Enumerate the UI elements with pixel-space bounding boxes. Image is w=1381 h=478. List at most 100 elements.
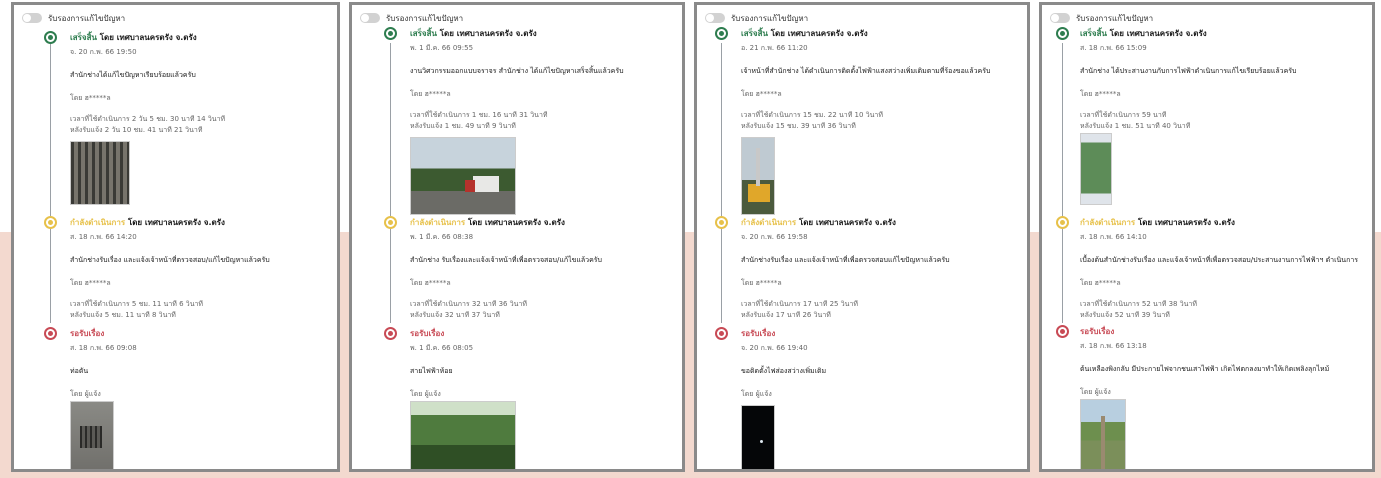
photo-drain-grate[interactable]	[70, 141, 130, 205]
item-description: สำนักช่าง รับเรื่องและแจ้งเจ้าหน้าที่เพื…	[410, 256, 602, 264]
item-date: จ. 20 ก.พ. 66 19:58	[741, 233, 808, 241]
duration-work: เวลาที่ใช้ดำเนินการ 59 นาที	[1080, 111, 1167, 119]
item-author: โดย ฮ*****ล	[70, 94, 111, 102]
item-date: อ. 21 ก.พ. 66 11:20	[741, 44, 808, 52]
status-label: เสร็จสิ้น	[410, 29, 437, 38]
item-heading: เสร็จสิ้น โดย เทศบาลนครตรัง จ.ตรัง	[70, 31, 225, 44]
status-progress-icon	[44, 216, 57, 229]
status-label: รอรับเรื่อง	[410, 329, 445, 338]
item-date: ส. 18 ก.พ. 66 09:08	[70, 344, 137, 352]
item-duration: เวลาที่ใช้ดำเนินการ 2 วัน 5 ชม. 30 นาที …	[70, 114, 225, 136]
timeline-line	[1062, 43, 1063, 323]
item-heading: รอรับเรื่อง	[1080, 325, 1329, 338]
item-duration: เวลาที่ใช้ดำเนินการ 52 นาที 38 วินาที หลั…	[1080, 299, 1358, 321]
item-heading: เสร็จสิ้น โดย เทศบาลนครตรัง จ.ตรัง	[410, 27, 624, 40]
duration-work: เวลาที่ใช้ดำเนินการ 15 ชม. 22 นาที 10 วิ…	[741, 111, 883, 119]
item-date: ส. 18 ก.พ. 66 15:09	[1080, 44, 1147, 52]
duration-since-report: หลังรับแจ้ง 17 นาที 26 วินาที	[741, 311, 831, 319]
duration-since-report: หลังรับแจ้ง 1 ชม. 51 นาที 40 วินาที	[1080, 122, 1191, 130]
approve-toggle-row[interactable]: รับรองการแก้ไขปัญหา	[360, 11, 463, 25]
item-description: เจ้าหน้าที่สำนักช่าง ได้ดำเนินการติดตั้ง…	[741, 67, 991, 75]
item-date: จ. 20 ก.พ. 66 19:40	[741, 344, 808, 352]
duration-since-report: หลังรับแจ้ง 32 นาที 37 วินาที	[410, 311, 500, 319]
photo-bucket-truck[interactable]	[741, 137, 775, 215]
photo-palm-tree[interactable]	[1080, 399, 1126, 469]
status-label: กำลังดำเนินการ	[741, 218, 797, 227]
item-description: สายไฟฟ้าห้อย	[410, 367, 453, 375]
item-date: พ. 1 มี.ค. 66 08:05	[410, 344, 474, 352]
item-description: สำนักช่าง ได้ประสานงานกับการไฟฟ้าดำเนินก…	[1080, 67, 1297, 75]
org-label: โดย เทศบาลนครตรัง จ.ตรัง	[99, 33, 197, 42]
status-label: เสร็จสิ้น	[741, 29, 768, 38]
item-description: สำนักช่างรับเรื่อง และแจ้งเจ้าหน้าที่ตรว…	[70, 256, 270, 264]
org-label: โดย เทศบาลนครตรัง จ.ตรัง	[798, 218, 896, 227]
item-description: ต้นเหลืองพิงกลับ มีประกายไฟจากชนเสาไฟฟ้า…	[1080, 365, 1330, 373]
item-date: ส. 18 ก.พ. 66 14:10	[1080, 233, 1147, 241]
item-description: ขอติดตั้งไฟส่องสว่างเพิ่มเติม	[741, 367, 827, 375]
photo-trees-wire[interactable]	[410, 401, 516, 469]
duration-work: เวลาที่ใช้ดำเนินการ 1 ชม. 16 นาที 31 วิน…	[410, 111, 548, 119]
timeline-line	[721, 43, 722, 323]
status-label: กำลังดำเนินการ	[410, 218, 466, 227]
item-author: โดย ผู้แจ้ง	[1080, 388, 1111, 396]
item-author: โดย ฮ*****ล	[741, 279, 782, 287]
item-duration: เวลาที่ใช้ดำเนินการ 17 นาที 25 วินาทีหลั…	[741, 299, 950, 321]
approve-toggle-row[interactable]: รับรองการแก้ไขปัญหา	[1050, 11, 1153, 25]
approve-toggle[interactable]	[705, 13, 725, 23]
item-heading: รอรับเรื่อง	[410, 327, 473, 340]
item-date: ส. 18 ก.พ. 66 14:20	[70, 233, 137, 241]
item-heading: กำลังดำเนินการ โดย เทศบาลนครตรัง จ.ตรัง	[410, 216, 602, 229]
item-date: จ. 20 ก.พ. 66 19:50	[70, 48, 137, 56]
duration-since-report: หลังรับแจ้ง 15 ชม. 39 นาที 36 วินาที	[741, 122, 856, 130]
approve-toggle-label: รับรองการแก้ไขปัญหา	[731, 13, 809, 23]
status-label: เสร็จสิ้น	[1080, 29, 1107, 38]
status-pending-icon	[384, 327, 397, 340]
duration-work: เวลาที่ใช้ดำเนินการ 17 นาที 25 วินาที	[741, 300, 859, 308]
duration-work: เวลาที่ใช้ดำเนินการ 2 วัน 5 ชม. 30 นาที …	[70, 115, 226, 123]
item-author: โดย ผู้แจ้ง	[70, 390, 101, 398]
status-pending-icon	[44, 327, 57, 340]
status-label: กำลังดำเนินการ	[1080, 218, 1136, 227]
item-date: พ. 1 มี.ค. 66 09:55	[410, 44, 474, 52]
org-label: โดย เทศบาลนครตรัง จ.ตรัง	[770, 29, 868, 38]
status-label: รอรับเรื่อง	[741, 329, 776, 338]
status-label: กำลังดำเนินการ	[70, 218, 126, 227]
photo-night-dark[interactable]	[741, 405, 775, 469]
photo-phone-screenshot[interactable]	[1080, 133, 1112, 205]
approve-toggle[interactable]	[1050, 13, 1070, 23]
status-label: เสร็จสิ้น	[70, 33, 97, 42]
approve-toggle[interactable]	[360, 13, 380, 23]
status-done-icon	[384, 27, 397, 40]
item-duration: เวลาที่ใช้ดำเนินการ 1 ชม. 16 นาที 31 วิน…	[410, 110, 624, 132]
approve-toggle[interactable]	[22, 13, 42, 23]
org-label: โดย เทศบาลนครตรัง จ.ตรัง	[467, 218, 565, 227]
item-author: โดย ฮ*****ล	[410, 90, 451, 98]
status-done-icon	[715, 27, 728, 40]
status-progress-icon	[715, 216, 728, 229]
item-heading: กำลังดำเนินการ โดย เทศบาลนครตรัง จ.ตรัง	[70, 216, 270, 229]
approve-toggle-label: รับรองการแก้ไขปัญหา	[386, 13, 464, 23]
org-label: โดย เทศบาลนครตรัง จ.ตรัง	[127, 218, 225, 227]
duration-since-report: หลังรับแจ้ง 1 ชม. 49 นาที 9 วินาที	[410, 122, 516, 130]
item-author: โดย ฮ*****ล	[410, 279, 451, 287]
case-panel-1: รับรองการแก้ไขปัญหา เสร็จสิ้น โดย เทศบาล…	[11, 2, 340, 472]
status-label: รอรับเรื่อง	[70, 329, 105, 338]
item-description: งานวิศวกรรมออกแบบจราจร สำนักช่าง ได้แก้ไ…	[410, 67, 624, 75]
approve-toggle-row[interactable]: รับรองการแก้ไขปัญหา	[22, 11, 125, 25]
item-author: โดย ผู้แจ้ง	[741, 390, 772, 398]
item-author: โดย ฮ*****ล	[70, 279, 111, 287]
item-author: โดย ฮ*****ล	[1080, 90, 1121, 98]
approve-toggle-label: รับรองการแก้ไขปัญหา	[48, 13, 126, 23]
item-description: สำนักช่างได้แก้ไขปัญหาเรียบร้อยแล้วครับ	[70, 71, 196, 79]
item-heading: เสร็จสิ้น โดย เทศบาลนครตรัง จ.ตรัง	[1080, 27, 1296, 40]
photo-drain-cover[interactable]	[70, 401, 114, 469]
case-panel-4: รับรองการแก้ไขปัญหา เสร็จสิ้น โดย เทศบาล…	[1039, 2, 1375, 472]
item-duration: เวลาที่ใช้ดำเนินการ 5 ชม. 11 นาที 6 วินา…	[70, 299, 270, 321]
approve-toggle-row[interactable]: รับรองการแก้ไขปัญหา	[705, 11, 808, 25]
item-heading: กำลังดำเนินการ โดย เทศบาลนครตรัง จ.ตรัง	[1080, 216, 1358, 229]
item-date: ส. 18 ก.พ. 66 13:18	[1080, 342, 1147, 350]
approve-toggle-label: รับรองการแก้ไขปัญหา	[1076, 13, 1154, 23]
org-label: โดย เทศบาลนครตรัง จ.ตรัง	[1109, 29, 1207, 38]
duration-since-report: หลังรับแจ้ง 5 ชม. 11 นาที 8 วินาที	[70, 311, 176, 319]
photo-street-truck[interactable]	[410, 137, 516, 215]
